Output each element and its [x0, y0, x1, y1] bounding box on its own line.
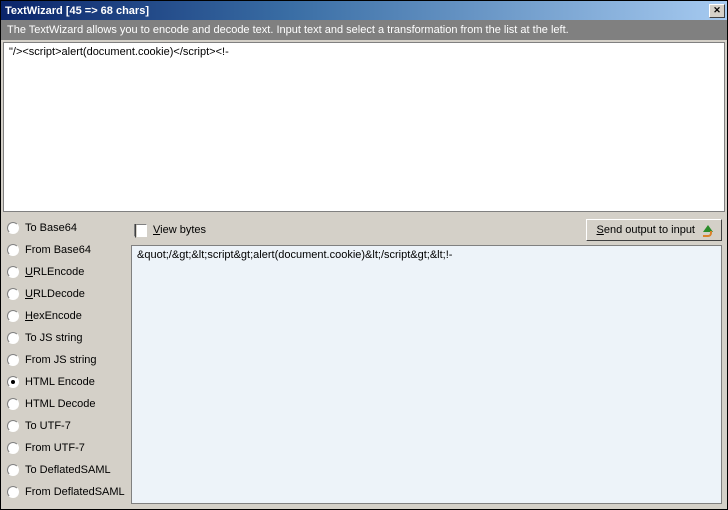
- transform-radio[interactable]: To DeflatedSAML: [7, 462, 127, 478]
- transform-radio[interactable]: From Base64: [7, 242, 127, 258]
- view-bytes-checkbox[interactable]: View bytes: [134, 224, 206, 237]
- transform-radio[interactable]: From UTF-7: [7, 440, 127, 456]
- radio-icon: [7, 442, 19, 454]
- transform-radio[interactable]: HexEncode: [7, 308, 127, 324]
- transform-radio[interactable]: From JS string: [7, 352, 127, 368]
- arrow-up-icon: [701, 223, 713, 237]
- radio-icon: [7, 376, 19, 388]
- radio-icon: [7, 332, 19, 344]
- description-bar: The TextWizard allows you to encode and …: [1, 20, 727, 40]
- transform-list: To Base64 From Base64 URLEncode URLDecode He…: [3, 214, 131, 507]
- transform-radio[interactable]: HTML Encode: [7, 374, 127, 390]
- checkbox-icon: [134, 224, 147, 237]
- radio-icon: [7, 420, 19, 432]
- radio-icon: [7, 266, 19, 278]
- transform-label: From UTF-7: [25, 442, 85, 454]
- radio-icon: [7, 288, 19, 300]
- radio-icon: [7, 464, 19, 476]
- radio-icon: [7, 398, 19, 410]
- transform-radio[interactable]: To UTF-7: [7, 418, 127, 434]
- transform-label: URLDecode: [25, 288, 85, 300]
- transform-radio[interactable]: URLDecode: [7, 286, 127, 302]
- title-bar: TextWizard [45 => 68 chars]: [1, 1, 727, 20]
- send-output-label: Send output to input: [597, 224, 695, 236]
- transform-label: URLEncode: [25, 266, 84, 278]
- transform-label: To JS string: [25, 332, 82, 344]
- transform-label: To UTF-7: [25, 420, 71, 432]
- transform-label: From JS string: [25, 354, 97, 366]
- output-textarea[interactable]: &quot;/&gt;&lt;script&gt;alert(document.…: [131, 245, 722, 504]
- output-toolbar: View bytes Send output to input: [131, 217, 725, 245]
- view-bytes-label: View bytes: [153, 224, 206, 236]
- transform-label: HTML Decode: [25, 398, 96, 410]
- transform-label: To DeflatedSAML: [25, 464, 111, 476]
- transform-radio[interactable]: HTML Decode: [7, 396, 127, 412]
- transform-label: From Base64: [25, 244, 91, 256]
- transform-radio[interactable]: From DeflatedSAML: [7, 484, 127, 500]
- lower-panel: To Base64 From Base64 URLEncode URLDecode He…: [3, 214, 725, 507]
- transform-label: HTML Encode: [25, 376, 95, 388]
- input-textarea[interactable]: "/><script>alert(document.cookie)</scrip…: [3, 42, 725, 212]
- window-title: TextWizard [45 => 68 chars]: [5, 5, 149, 17]
- transform-radio[interactable]: To Base64: [7, 220, 127, 236]
- close-icon[interactable]: [709, 4, 725, 18]
- transform-label: To Base64: [25, 222, 77, 234]
- transform-radio[interactable]: URLEncode: [7, 264, 127, 280]
- radio-icon: [7, 354, 19, 366]
- right-panel: View bytes Send output to input &quot;/&…: [131, 214, 725, 507]
- radio-icon: [7, 222, 19, 234]
- radio-icon: [7, 310, 19, 322]
- radio-icon: [7, 244, 19, 256]
- transform-label: HexEncode: [25, 310, 82, 322]
- send-output-button[interactable]: Send output to input: [586, 219, 722, 241]
- transform-radio[interactable]: To JS string: [7, 330, 127, 346]
- radio-icon: [7, 486, 19, 498]
- transform-label: From DeflatedSAML: [25, 486, 125, 498]
